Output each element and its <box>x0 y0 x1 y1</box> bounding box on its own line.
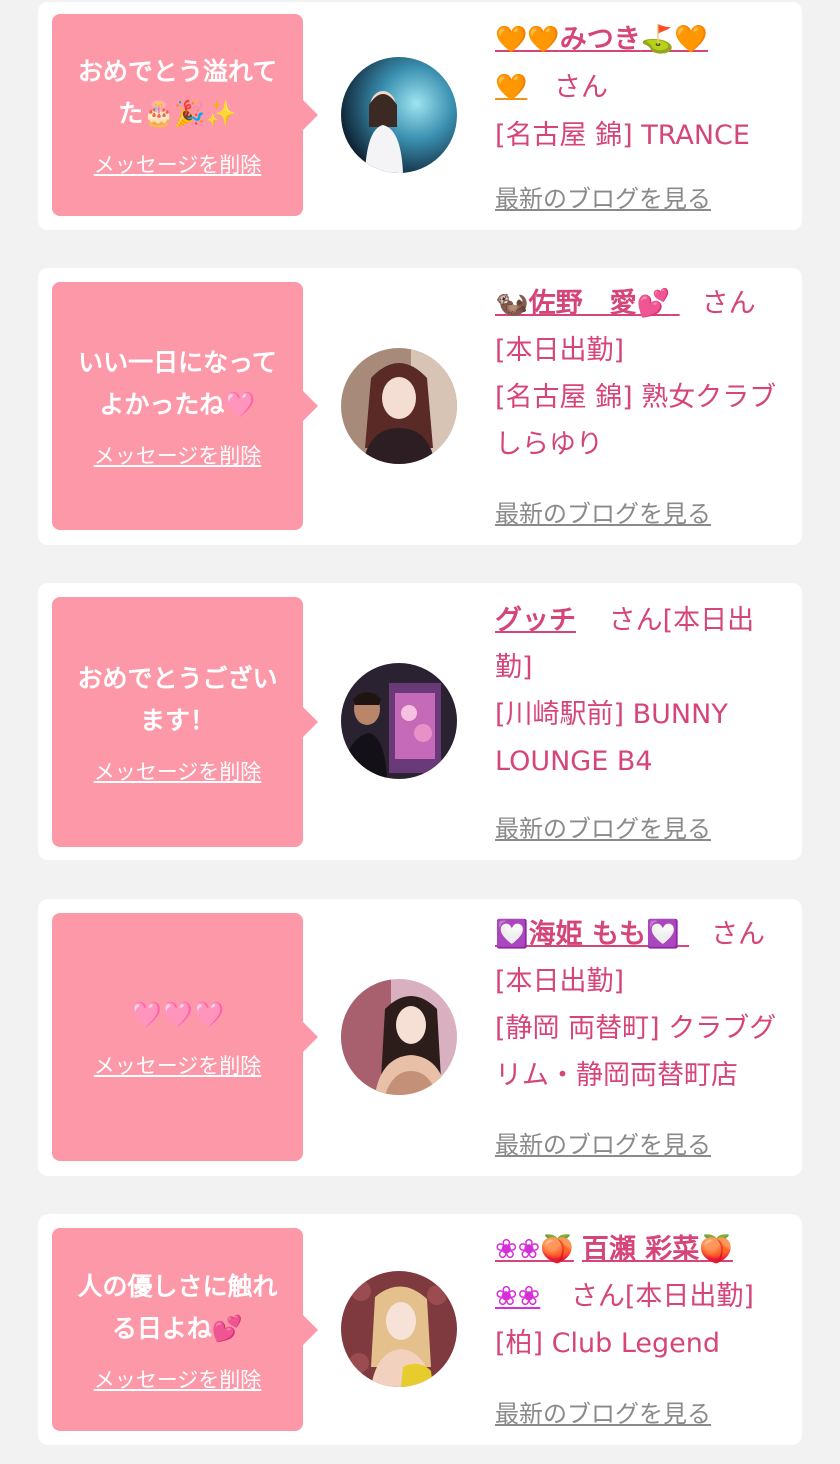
cast-name-link[interactable]: 🦦佐野 愛💕 <box>495 288 680 319</box>
avatar[interactable] <box>341 663 457 779</box>
san-suffix: さん[本日出勤] <box>570 1281 754 1312</box>
decor-right: 💕 <box>636 288 671 319</box>
san-suffix: さん <box>553 72 608 103</box>
shop-label: [静岡 両替町] クラブグ リム・静岡両替町店 <box>495 1013 777 1091</box>
message-text: いい一日になって よかったね🩷 <box>78 348 277 419</box>
cast-name: みつき <box>559 24 641 55</box>
decor-right: 💟 <box>646 919 680 950</box>
san-suffix: さん[本日出 <box>608 605 755 636</box>
cast-info: ❀❀🍑 百瀬 彩菜🍑 ❀❀ さん[本日出勤] [柏] Club Legend <box>495 1226 795 1367</box>
message-bubble: 🩷🩷🩷 メッセージを削除 <box>52 913 318 1161</box>
decor-left: 🦦 <box>495 288 529 319</box>
message-text: おめでとうござい ます！ <box>77 664 278 735</box>
delete-message-link[interactable]: メッセージを削除 <box>94 149 262 179</box>
status-label: 勤] <box>495 652 533 683</box>
avatar[interactable] <box>341 979 457 1095</box>
decor-right-2[interactable]: 🧡 <box>495 73 527 103</box>
cast-name-link[interactable]: 🧡🧡みつき⛳🧡 <box>495 24 708 55</box>
message-text: 🩷🩷🩷 <box>130 1000 225 1029</box>
message-bubble: いい一日になって よかったね🩷 メッセージを削除 <box>52 282 318 530</box>
message-card: 人の優しさに触れ る日よね💕 メッセージを削除 ❀❀🍑 百瀬 彩菜🍑 ❀❀ さん[… <box>38 1214 802 1445</box>
cast-info: グッチ さん[本日出 勤] [川崎駅前] BUNNY LOUNGE B4 <box>495 597 795 785</box>
cast-name: 海姫 もも <box>528 919 647 950</box>
san-suffix: さん <box>701 288 756 319</box>
latest-blog-link[interactable]: 最新のブログを見る <box>495 494 711 529</box>
message-text: おめでとう溢れて た🎂🎉✨ <box>77 57 278 128</box>
message-card: おめでとうござい ます！ メッセージを削除 グッチ さん[本日出 勤] [川崎駅… <box>38 583 802 860</box>
avatar[interactable] <box>341 1271 457 1387</box>
status-label: [本日出勤] <box>495 335 625 366</box>
delete-message-link[interactable]: メッセージを削除 <box>94 1364 262 1394</box>
shop-label: [柏] Club Legend <box>495 1328 721 1359</box>
message-card: 🩷🩷🩷 メッセージを削除 💟海姫 もも💟 さん [本日出勤] [静岡 両替町] … <box>38 899 802 1176</box>
delete-message-link[interactable]: メッセージを削除 <box>94 440 262 470</box>
cast-name-link[interactable]: ❀❀🍑 百瀬 彩菜🍑 <box>495 1234 733 1265</box>
cast-info: 🧡🧡みつき⛳🧡 🧡 さん [名古屋 錦] TRANCE <box>495 16 795 159</box>
san-suffix: さん <box>711 919 766 950</box>
message-bubble: おめでとう溢れて た🎂🎉✨ メッセージを削除 <box>52 14 318 216</box>
latest-blog-link[interactable]: 最新のブログを見る <box>495 179 711 214</box>
decor-right: ⛳🧡 <box>640 24 708 55</box>
delete-message-link[interactable]: メッセージを削除 <box>94 1050 262 1080</box>
cast-name: 佐野 愛 <box>528 288 637 319</box>
decor-left: 🧡🧡 <box>495 25 560 55</box>
decor-right: 🍑 <box>699 1234 733 1265</box>
message-bubble: おめでとうござい ます！ メッセージを削除 <box>52 597 318 847</box>
message-card: いい一日になって よかったね🩷 メッセージを削除 🦦佐野 愛💕 さん [本日出勤… <box>38 268 802 545</box>
message-text: 人の優しさに触れ る日よね💕 <box>77 1271 278 1343</box>
cast-info: 💟海姫 もも💟 さん [本日出勤] [静岡 両替町] クラブグ リム・静岡両替町… <box>495 911 795 1099</box>
message-card: おめでとう溢れて た🎂🎉✨ メッセージを削除 🧡🧡みつき⛳🧡 🧡 さん [名古屋… <box>38 2 802 230</box>
avatar[interactable] <box>341 348 457 464</box>
status-label: [本日出勤] <box>495 966 625 997</box>
cast-name-link[interactable]: 💟海姫 もも💟 <box>495 919 689 950</box>
latest-blog-link[interactable]: 最新のブログを見る <box>495 1394 711 1429</box>
delete-message-link[interactable]: メッセージを削除 <box>94 756 262 786</box>
decor-right-2[interactable]: ❀❀ <box>495 1281 540 1312</box>
shop-label: [名古屋 錦] 熟女クラブ しらゆり <box>495 382 777 460</box>
latest-blog-link[interactable]: 最新のブログを見る <box>495 809 711 844</box>
decor-left: ❀❀🍑 <box>495 1234 574 1265</box>
cast-info: 🦦佐野 愛💕 さん [本日出勤] [名古屋 錦] 熟女クラブ しらゆり <box>495 280 795 468</box>
cast-name-link[interactable]: グッチ <box>495 605 576 636</box>
avatar[interactable] <box>341 57 457 173</box>
decor-left: 💟 <box>495 919 529 950</box>
shop-label: [名古屋 錦] TRANCE <box>495 120 750 151</box>
latest-blog-link[interactable]: 最新のブログを見る <box>495 1125 711 1160</box>
message-bubble: 人の優しさに触れ る日よね💕 メッセージを削除 <box>52 1228 318 1431</box>
cast-name: 百瀬 彩菜 <box>581 1234 700 1265</box>
shop-label: [川崎駅前] BUNNY LOUNGE B4 <box>495 699 728 777</box>
